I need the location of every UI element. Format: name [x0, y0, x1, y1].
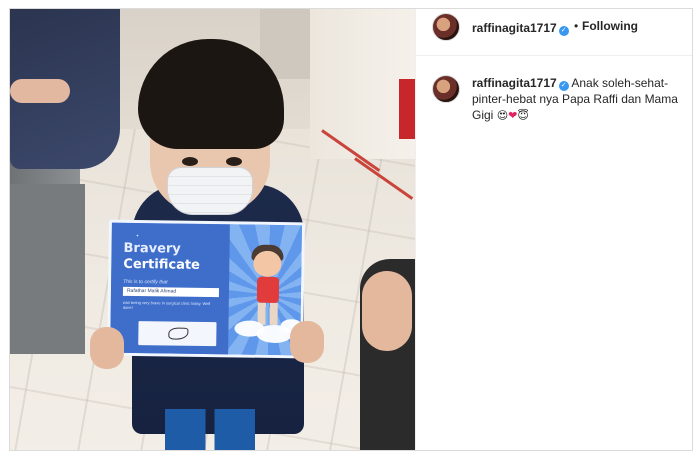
following-button[interactable]: Following: [582, 19, 638, 33]
adult-right-arm: [362, 271, 412, 351]
smiling-halo-emoji-icon: 😇: [517, 109, 529, 122]
bravery-certificate: ✦ Bravery Certificate This is to certify…: [107, 219, 305, 359]
certificate-certify-text: This is to certify that: [123, 278, 168, 286]
child-hand-right: [290, 321, 324, 363]
face-mask: [167, 167, 253, 215]
post-side-panel: raffinagita1717 ✓ • Following raffinagita…: [415, 9, 692, 450]
separator-dot: •: [574, 19, 579, 33]
certificate-signature: [138, 321, 217, 347]
certificate-recipient-name: Rafathar Malik Ahmad: [122, 286, 220, 298]
hero-legs: [257, 302, 278, 326]
certificate-title-line1: Bravery: [123, 240, 181, 257]
adult-arm: [10, 79, 70, 103]
red-heart-emoji-icon: ❤: [508, 109, 518, 122]
heart-eyes-emoji-icon: 😍: [496, 109, 509, 122]
username-link[interactable]: raffinagita1717: [472, 21, 557, 35]
caption-username-link[interactable]: raffinagita1717: [472, 76, 557, 90]
certificate-title-line2: Certificate: [123, 256, 201, 273]
avatar[interactable]: [432, 13, 460, 41]
instagram-post: ✦ Bravery Certificate This is to certify…: [9, 8, 693, 451]
caption-text: raffinagita1717 ✓ Anak soleh-sehat-pinter…: [472, 75, 692, 124]
post-author[interactable]: raffinagita1717 ✓: [472, 19, 569, 37]
child-hand-left: [90, 327, 124, 369]
child-eye: [226, 157, 242, 166]
hero-body: [256, 276, 280, 304]
child-legs: [165, 409, 255, 450]
post-photo[interactable]: ✦ Bravery Certificate This is to certify…: [10, 9, 415, 450]
verified-badge-icon: ✓: [558, 81, 569, 91]
avatar[interactable]: [432, 75, 460, 103]
chair-seat: [10, 184, 85, 354]
post-header: raffinagita1717 ✓ • Following: [416, 9, 692, 56]
verified-badge-icon: ✓: [558, 26, 569, 36]
certificate-body-text: was being very brave in surgical clinic …: [122, 299, 211, 310]
red-sign: [399, 79, 415, 139]
child-eye: [182, 157, 198, 166]
certificate-logo: ✦: [135, 233, 140, 239]
